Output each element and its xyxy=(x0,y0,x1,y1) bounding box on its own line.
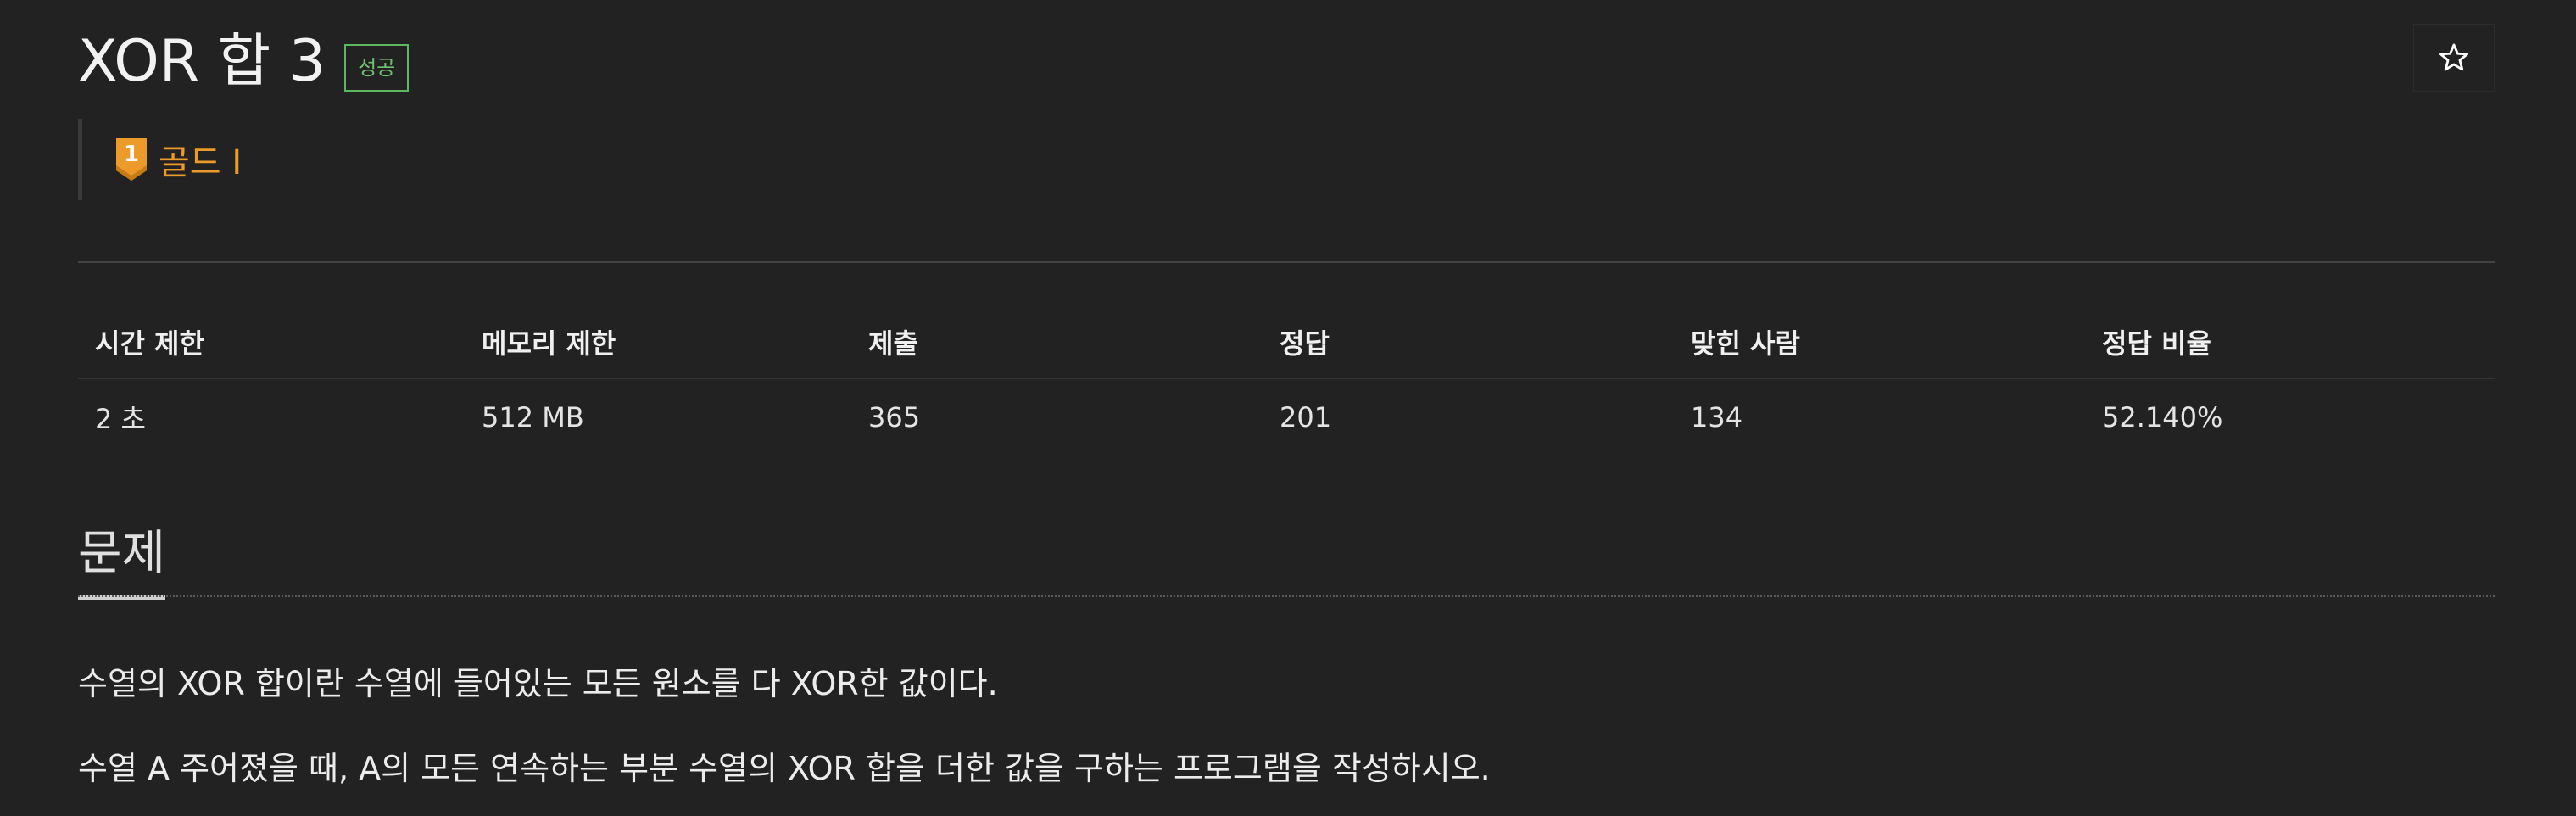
problem-description-paragraph: 수열 A 주어졌을 때, A의 모든 연속하는 부분 수열의 XOR 합을 더한… xyxy=(78,750,1491,787)
tier-icon-number: 1 xyxy=(124,142,139,167)
favorite-star-button[interactable] xyxy=(2413,24,2495,92)
problem-info-table: 시간 제한 메모리 제한 제출 정답 맞힌 사람 정답 비율 2 초 512 M… xyxy=(78,305,2495,456)
accept-ratio-value: 52.140% xyxy=(2102,401,2223,433)
page-title: XOR 합 3 xyxy=(78,28,326,95)
table-row: 2 초 512 MB 365 201 134 52.140% xyxy=(78,379,2495,456)
star-icon xyxy=(2439,43,2468,71)
problem-section-header: 문제 xyxy=(78,517,2495,602)
table-header-row: 시간 제한 메모리 제한 제출 정답 맞힌 사람 정답 비율 xyxy=(78,305,2495,379)
header-accepted: 정답 xyxy=(1280,327,1330,360)
header-time-limit: 시간 제한 xyxy=(95,327,204,360)
problem-page: XOR 합 3 성공 1 골드 I 시간 제한 메모리 제한 제출 정답 맞힌 … xyxy=(78,0,2495,816)
section-title: 문제 xyxy=(78,517,166,600)
section-divider xyxy=(78,595,2495,597)
tier-label[interactable]: 골드 I xyxy=(159,135,242,184)
accepted-value: 201 xyxy=(1280,401,1332,433)
header-submissions: 제출 xyxy=(868,327,918,360)
header-solved-users: 맞힌 사람 xyxy=(1691,327,1800,360)
divider xyxy=(78,261,2495,263)
header-accept-ratio: 정답 비율 xyxy=(2102,327,2211,360)
header-memory-limit: 메모리 제한 xyxy=(482,327,616,360)
solved-users-value: 134 xyxy=(1691,401,1743,433)
submissions-value: 365 xyxy=(868,401,921,433)
time-limit-value: 2 초 xyxy=(95,403,146,435)
title-row: XOR 합 3 성공 xyxy=(78,24,410,100)
memory-limit-value: 512 MB xyxy=(482,401,584,433)
tier-block: 1 골드 I xyxy=(78,119,242,200)
problem-description-paragraph: 수열의 XOR 합이란 수열에 들어있는 모든 원소를 다 XOR한 값이다. xyxy=(78,665,998,702)
gold-tier-badge-icon: 1 xyxy=(116,138,147,181)
result-badge[interactable]: 성공 xyxy=(344,44,410,92)
